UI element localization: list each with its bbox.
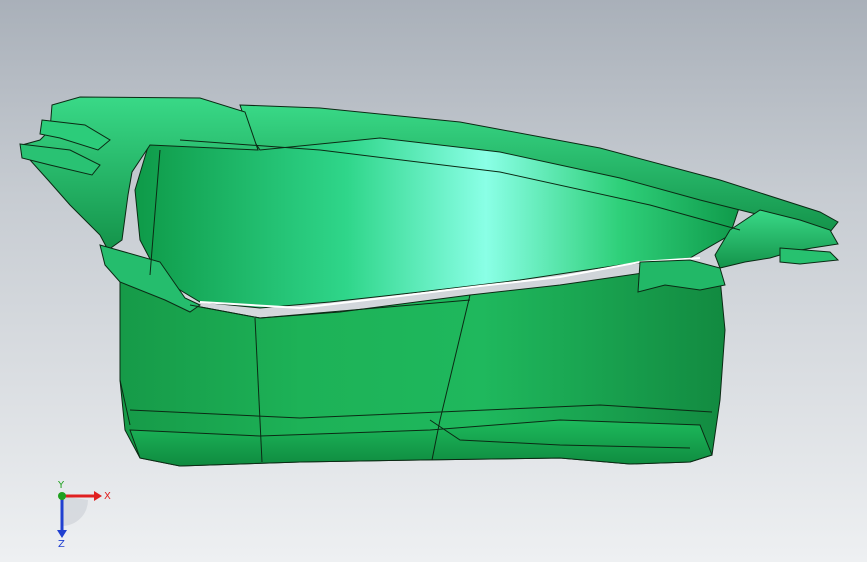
part-3d-model[interactable] (0, 0, 867, 562)
z-axis-label: Z (58, 539, 65, 548)
y-axis-label: Y (57, 480, 65, 491)
y-axis-dot (58, 492, 66, 500)
x-axis-label: X (104, 491, 111, 502)
right-step-flange (637, 259, 726, 293)
right-flange-tab (779, 247, 840, 265)
graphics-viewport[interactable]: X Y Z (0, 0, 867, 562)
orientation-triad: X Y Z (57, 480, 111, 548)
